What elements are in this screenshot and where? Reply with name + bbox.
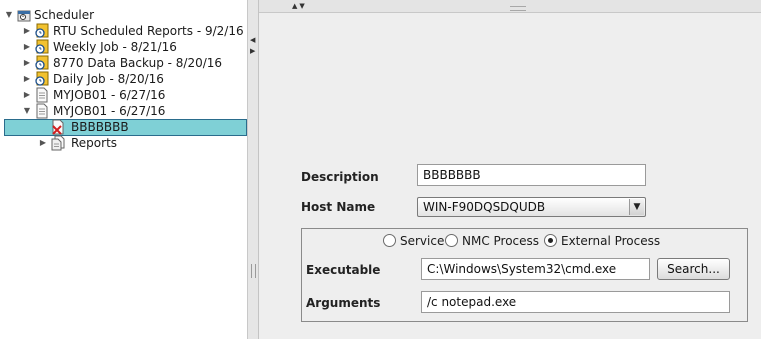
- scheduler-tree: ▼ Scheduler ▶ RTU Scheduled Reports - 9/…: [0, 0, 248, 339]
- host-name-select[interactable]: WIN-F90DQSDQUDB ▼: [417, 197, 646, 217]
- tree-item-label: Daily Job - 8/20/16: [53, 72, 164, 86]
- search-button[interactable]: Search...: [657, 258, 730, 280]
- radio-external-process-label: External Process: [561, 234, 661, 248]
- split-pane-divider[interactable]: ◀ ▶: [248, 0, 259, 339]
- top-split-divider[interactable]: ▲▼: [259, 0, 761, 13]
- collapse-up-down-arrows-icon[interactable]: ▲▼: [292, 0, 307, 12]
- expand-arrow-icon[interactable]: ▶: [22, 55, 32, 71]
- expand-arrow-icon[interactable]: ▶: [22, 39, 32, 55]
- document-icon: [34, 87, 50, 103]
- tree-root-label: Scheduler: [34, 8, 95, 22]
- radio-nmc-process-label: NMC Process: [462, 234, 540, 248]
- tree-item-label: Reports: [71, 136, 118, 150]
- divider-grip-icon[interactable]: [251, 264, 256, 278]
- host-name-value: WIN-F90DQSDQUDB: [423, 200, 546, 214]
- expand-arrow-icon[interactable]: ▶: [38, 135, 48, 151]
- tree-item-label: Weekly Job - 8/21/16: [53, 40, 177, 54]
- expand-arrow-icon[interactable]: ▶: [22, 87, 32, 103]
- description-label: Description: [301, 170, 379, 184]
- radio-nmc-process[interactable]: NMC Process: [445, 234, 539, 248]
- job-clock-icon: [34, 23, 50, 39]
- expand-arrow-icon[interactable]: ▶: [22, 23, 32, 39]
- radio-service[interactable]: Service: [383, 234, 444, 248]
- collapse-arrow-icon[interactable]: ▼: [22, 103, 32, 119]
- executable-field[interactable]: C:\Windows\System32\cmd.exe: [421, 258, 650, 280]
- job-clock-icon: [34, 55, 50, 71]
- arguments-field[interactable]: /c notepad.exe: [421, 291, 730, 313]
- tree-item-label: BBBBBBB: [71, 120, 129, 134]
- tree-item-label: RTU Scheduled Reports - 9/2/16: [53, 24, 244, 38]
- expand-right-arrow-icon[interactable]: ▶: [250, 47, 255, 55]
- radio-service-label: Service: [400, 234, 445, 248]
- arguments-label: Arguments: [306, 296, 381, 310]
- job-clock-icon: [34, 39, 50, 55]
- description-field[interactable]: BBBBBBB: [417, 164, 646, 186]
- radio-selected-icon: [544, 234, 557, 247]
- collapse-left-arrow-icon[interactable]: ◀: [250, 36, 255, 44]
- expand-arrow-icon[interactable]: ▶: [22, 71, 32, 87]
- radio-external-process[interactable]: External Process: [544, 234, 660, 248]
- tree-item-label: MYJOB01 - 6/27/16: [53, 104, 166, 118]
- tree-item-label: MYJOB01 - 6/27/16: [53, 88, 166, 102]
- tree-item-label: 8770 Data Backup - 8/20/16: [53, 56, 223, 70]
- radio-circle-icon: [445, 234, 458, 247]
- collapse-arrow-icon[interactable]: ▼: [4, 7, 14, 23]
- radio-circle-icon: [383, 234, 396, 247]
- task-detail-panel: ▲▼ Description BBBBBBB Host Name WIN-F90…: [259, 0, 761, 339]
- document-icon: [34, 103, 50, 119]
- reports-icon: [50, 135, 66, 151]
- job-clock-icon: [34, 71, 50, 87]
- dropdown-arrow-icon[interactable]: ▼: [629, 199, 644, 215]
- task-error-icon: [50, 119, 66, 135]
- scheduler-icon: [16, 7, 32, 23]
- host-name-label: Host Name: [301, 200, 376, 214]
- executable-label: Executable: [306, 263, 381, 277]
- divider-handle-icon[interactable]: [510, 6, 526, 11]
